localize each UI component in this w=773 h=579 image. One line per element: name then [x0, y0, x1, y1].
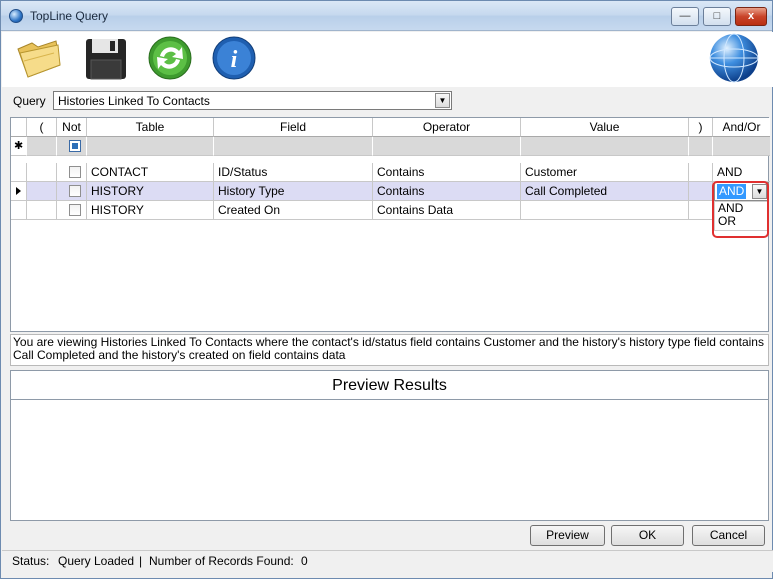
new-row-icon: ✱ — [11, 137, 27, 156]
app-globe-icon — [9, 9, 23, 23]
toolbar: i — [2, 32, 773, 87]
new-row-cell[interactable] — [87, 137, 214, 156]
new-row-cell[interactable] — [373, 137, 521, 156]
grid-header-field[interactable]: Field — [214, 118, 373, 137]
ok-button[interactable]: OK — [611, 525, 684, 546]
minimize-button[interactable]: — — [671, 7, 699, 26]
status-label: Status: — [12, 554, 50, 568]
preview-results-panel: Preview Results — [10, 370, 769, 521]
value-cell[interactable] — [521, 201, 689, 220]
criteria-grid: ( Not Table Field Operator Value ) And/O… — [10, 117, 770, 332]
new-row-cell[interactable] — [713, 137, 770, 156]
preview-button[interactable]: Preview — [530, 525, 605, 546]
new-row-cell[interactable] — [689, 137, 713, 156]
query-window: TopLine Query — □ x i Query Histories Li… — [0, 0, 773, 579]
not-cell[interactable] — [57, 201, 87, 220]
not-checkbox[interactable] — [69, 166, 81, 178]
query-select-value: Histories Linked To Contacts — [58, 94, 210, 108]
close-paren-cell[interactable] — [689, 163, 713, 182]
operator-cell[interactable]: Contains — [373, 163, 521, 182]
status-separator: | — [139, 554, 143, 568]
grid-header-table[interactable]: Table — [87, 118, 214, 137]
not-cell[interactable] — [57, 163, 87, 182]
open-paren-cell[interactable] — [27, 201, 57, 220]
open-paren-cell[interactable] — [27, 182, 57, 201]
records-found-value: 0 — [301, 554, 308, 568]
table-cell[interactable]: HISTORY — [87, 201, 214, 220]
not-checkbox[interactable] — [69, 185, 81, 197]
query-description: You are viewing Histories Linked To Cont… — [10, 334, 769, 366]
grid-header-open-paren[interactable]: ( — [27, 118, 57, 137]
globe-icon — [709, 33, 759, 83]
grid-header-andor[interactable]: And/Or — [713, 118, 770, 137]
field-cell[interactable]: ID/Status — [214, 163, 373, 182]
records-found-label: Number of Records Found: — [149, 554, 294, 568]
row-header[interactable] — [11, 182, 27, 201]
row-header[interactable] — [11, 163, 27, 182]
field-cell[interactable]: History Type — [214, 182, 373, 201]
grid-header-close-paren[interactable]: ) — [689, 118, 713, 137]
operator-cell[interactable]: Contains — [373, 182, 521, 201]
table-cell[interactable]: HISTORY — [87, 182, 214, 201]
close-paren-cell[interactable] — [689, 182, 713, 201]
grid-header-value[interactable]: Value — [521, 118, 689, 137]
chevron-down-icon[interactable]: ▼ — [435, 93, 450, 108]
refresh-icon[interactable] — [146, 35, 194, 81]
close-button[interactable]: x — [735, 7, 767, 26]
svg-text:i: i — [231, 47, 238, 73]
highlight-annotation — [712, 181, 769, 238]
open-folder-icon[interactable] — [14, 35, 62, 81]
value-cell[interactable]: Customer — [521, 163, 689, 182]
new-row-cell[interactable] — [27, 137, 57, 156]
preview-results-title: Preview Results — [11, 371, 768, 400]
row-pointer-icon — [16, 187, 21, 195]
query-select[interactable]: Histories Linked To Contacts ▼ — [53, 91, 452, 110]
info-icon[interactable]: i — [210, 35, 258, 81]
query-label: Query — [13, 94, 46, 108]
maximize-button[interactable]: □ — [703, 7, 731, 26]
status-bar: Status: Query Loaded | Number of Records… — [2, 550, 773, 572]
save-disk-icon[interactable] — [82, 35, 130, 81]
window-title: TopLine Query — [30, 9, 109, 23]
status-value: Query Loaded — [58, 554, 135, 568]
title-bar[interactable]: TopLine Query — □ x — [1, 1, 772, 31]
table-cell[interactable]: CONTACT — [87, 163, 214, 182]
grid-header-operator[interactable]: Operator — [373, 118, 521, 137]
value-cell[interactable]: Call Completed — [521, 182, 689, 201]
grid-header-not[interactable]: Not — [57, 118, 87, 137]
andor-cell[interactable]: AND — [713, 163, 770, 182]
not-checkbox[interactable] — [69, 204, 81, 216]
field-cell[interactable]: Created On — [214, 201, 373, 220]
new-row-not-cell[interactable] — [57, 137, 87, 156]
row-header[interactable] — [11, 201, 27, 220]
grid-header-row-indicator — [11, 118, 27, 137]
not-cell[interactable] — [57, 182, 87, 201]
new-row-not-checkbox[interactable] — [69, 140, 81, 152]
open-paren-cell[interactable] — [27, 163, 57, 182]
new-row-cell[interactable] — [214, 137, 373, 156]
cancel-button[interactable]: Cancel — [692, 525, 765, 546]
close-paren-cell[interactable] — [689, 201, 713, 220]
new-row-cell[interactable] — [521, 137, 689, 156]
operator-cell[interactable]: Contains Data — [373, 201, 521, 220]
